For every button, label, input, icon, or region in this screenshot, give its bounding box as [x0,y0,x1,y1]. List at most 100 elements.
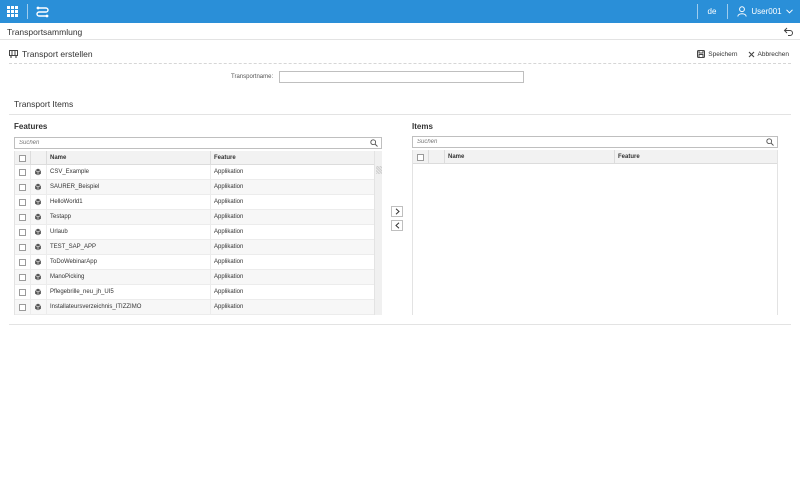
row-feature: Applikation [214,244,244,250]
search-icon[interactable] [766,138,774,146]
separator [27,4,28,19]
app-icon [34,288,42,296]
save-button[interactable]: Speichern [697,50,738,58]
transport-name-input[interactable] [279,71,524,83]
close-icon [748,51,754,57]
app-icon [34,213,42,221]
app-icon [34,198,42,206]
table-row[interactable]: CSV_Example Applikation [15,165,374,180]
user-name: User001 [751,7,782,16]
column-name[interactable]: Name [50,151,66,165]
row-feature: Applikation [214,184,244,190]
items-table: Name Feature [412,150,778,315]
row-name: Installateursverzeichnis_ITIZZIMO [50,304,142,310]
transport-route-icon[interactable] [35,0,49,23]
transport-name-label: Transportname: [231,74,274,80]
table-header: Name Feature [15,151,374,165]
move-right-button[interactable] [391,206,403,217]
features-scrollbar[interactable] [374,151,382,315]
row-checkbox[interactable] [19,184,26,191]
divider [9,114,791,115]
table-row[interactable]: HelloWorld1 Applikation [15,195,374,210]
grid-icon[interactable] [6,0,18,23]
select-all-checkbox[interactable] [19,155,26,162]
app-icon [34,243,42,251]
select-all-checkbox[interactable] [417,154,424,161]
row-checkbox[interactable] [19,259,26,266]
app-icon [34,168,42,176]
app-icon [34,273,42,281]
table-row[interactable]: TEST_SAP_APP Applikation [15,240,374,255]
features-table: Name Feature CSV_Example Applikation SAURE… [14,151,375,315]
chevron-right-icon [395,208,400,215]
chevron-down-icon [785,9,793,14]
column-feature[interactable]: Feature [214,151,236,165]
row-checkbox[interactable] [19,169,26,176]
row-name: Testapp [50,214,72,220]
features-search-input[interactable] [15,138,381,148]
features-search [14,137,382,149]
row-name: SAURER_Beispiel [50,184,100,190]
table-row[interactable]: Urlaub Applikation [15,225,374,240]
row-feature: Applikation [214,289,244,295]
section-title: Transport Items [14,99,74,109]
scrollbar-thumb[interactable] [376,166,382,174]
transport-icon [9,50,18,58]
row-checkbox[interactable] [19,214,26,221]
row-feature: Applikation [214,169,244,175]
row-feature: Applikation [214,274,244,280]
app-icon [34,303,42,311]
row-name: TEST_SAP_APP [50,244,97,250]
search-icon[interactable] [370,139,378,147]
app-icon [34,258,42,266]
column-name[interactable]: Name [448,150,464,164]
save-icon [697,50,706,58]
row-feature: Applikation [214,214,244,220]
table-row[interactable]: ManoPicking Applikation [15,270,374,285]
language-label: de [707,7,717,16]
user-menu-button[interactable]: User001 [734,0,796,23]
column-feature[interactable]: Feature [618,150,640,164]
save-label: Speichern [708,50,738,58]
app-title: Transportsammlung [7,27,83,37]
chevron-left-icon [394,222,399,229]
features-title: Features [14,122,48,131]
table-header: Name Feature [413,150,777,164]
divider [9,324,791,325]
table-row[interactable]: ToDoWebinarApp Applikation [15,255,374,270]
page-header: Transport erstellen Speichern Abbrechen [9,44,791,64]
back-arrow-icon[interactable] [783,26,794,37]
items-title: Items [412,122,433,131]
row-name: ManoPicking [50,274,85,280]
app-icon [34,228,42,236]
row-checkbox[interactable] [19,289,26,296]
row-feature: Applikation [214,304,244,310]
table-row[interactable]: Installateursverzeichnis_ITIZZIMO Applika… [15,300,374,315]
row-checkbox[interactable] [19,199,26,206]
cancel-button[interactable]: Abbrechen [748,50,789,58]
app-title-bar: Transportsammlung [0,23,800,40]
table-row[interactable]: Testapp Applikation [15,210,374,225]
language-button[interactable]: de [704,0,720,23]
row-feature: Applikation [214,259,244,265]
user-icon [737,6,748,17]
row-feature: Applikation [214,199,244,205]
row-name: Urlaub [50,229,68,235]
table-row[interactable]: Pflegebrille_neu_jh_UI5 Applikation [15,285,374,300]
items-search [412,136,778,148]
row-feature: Applikation [214,229,244,235]
row-checkbox[interactable] [19,244,26,251]
items-search-input[interactable] [413,137,777,147]
separator [697,4,698,19]
row-name: HelloWorld1 [50,199,83,205]
move-left-button[interactable] [391,220,403,231]
app-icon [34,183,42,191]
row-checkbox[interactable] [19,304,26,311]
row-checkbox[interactable] [19,229,26,236]
row-checkbox[interactable] [19,274,26,281]
page-title: Transport erstellen [9,49,93,59]
table-row[interactable]: SAURER_Beispiel Applikation [15,180,374,195]
features-table-body: CSV_Example Applikation SAURER_Beispiel App… [15,165,374,315]
separator [727,4,728,19]
page-title-text: Transport erstellen [22,49,93,59]
